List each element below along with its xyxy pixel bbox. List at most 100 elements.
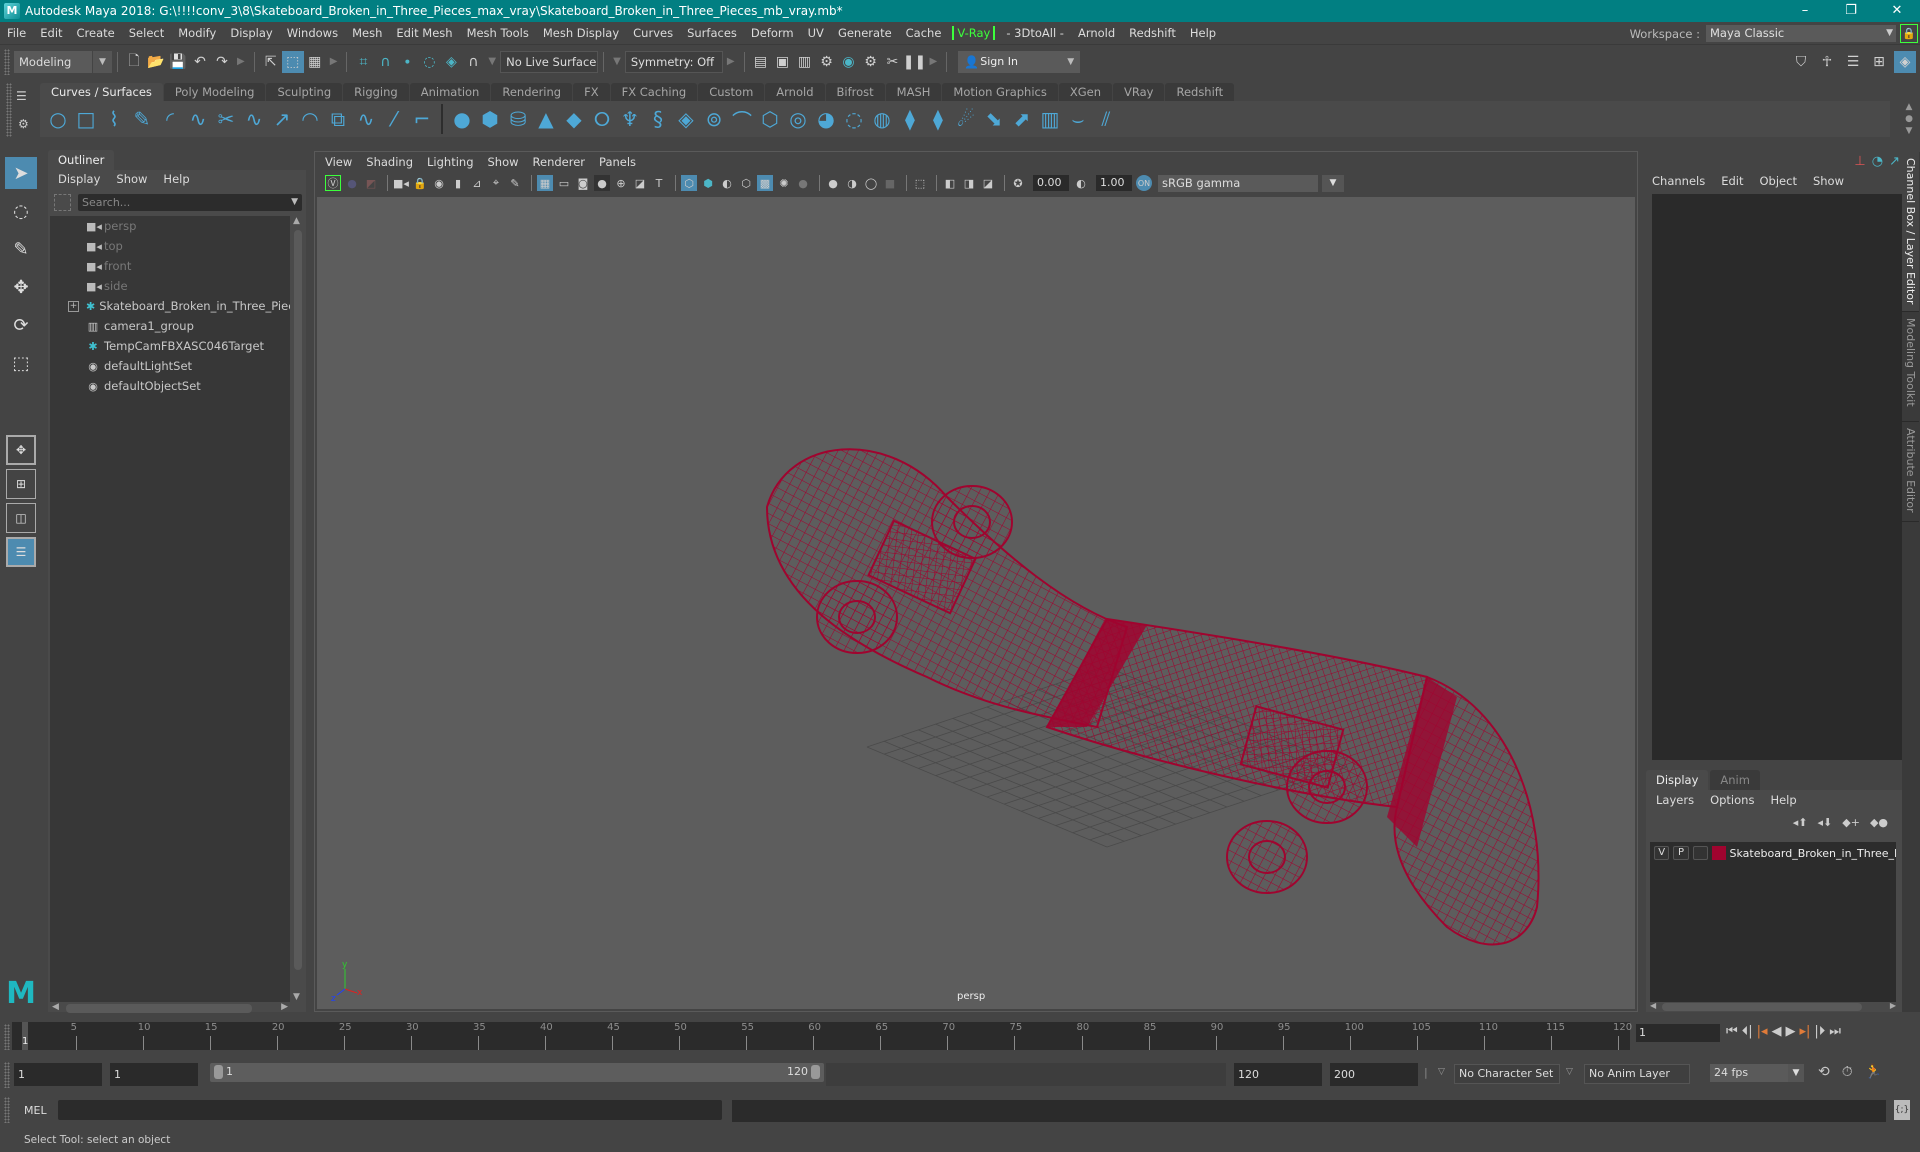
bevel-plus-icon[interactable]: ⬡	[756, 105, 784, 133]
rotate-tool-icon[interactable]: ⟳	[5, 309, 37, 341]
curve-fillet-icon[interactable]: ⌐	[408, 105, 436, 133]
gear-icon[interactable]: ⚙	[18, 117, 29, 131]
outliner-item-default-object-set[interactable]: ◉ defaultObjectSet	[50, 376, 290, 396]
motion-blur-icon[interactable]: ◑	[844, 175, 860, 191]
layer-tab-display[interactable]: Display	[1646, 770, 1709, 790]
outliner-layout-icon[interactable]: ☰	[6, 537, 36, 567]
sign-in-button[interactable]: 👤 Sign In ▼	[958, 50, 1081, 73]
shelf-tab-fx[interactable]: FX	[573, 83, 610, 101]
channels-menu-show[interactable]: Show	[1813, 174, 1844, 188]
paint-select-tool-icon[interactable]: ✎	[5, 233, 37, 265]
outliner-search-input[interactable]: Search... ▼	[78, 194, 302, 211]
manipulator-icon[interactable]: ⊥	[1854, 154, 1865, 169]
color-management-toggle[interactable]: ON	[1136, 175, 1152, 191]
scroll-left-icon[interactable]: ◀	[52, 1002, 59, 1012]
lasso-tool-icon[interactable]: ◌	[5, 195, 37, 227]
insert-isoparm-icon[interactable]: ⬊	[980, 105, 1008, 133]
timeline-track[interactable]: 1 5 10 15 20 25 30 35 40 45 50 55 60 65 70 75 80 85 90 95 1…	[12, 1022, 1632, 1050]
snap-live-icon[interactable]: ◈	[440, 51, 462, 73]
four-view-layout-icon[interactable]: ⊞	[6, 469, 36, 499]
detach-surfaces-icon[interactable]: ⧫	[924, 105, 952, 133]
chevron-down-icon[interactable]: ▽	[1438, 1067, 1445, 1077]
human-ik-icon[interactable]: ☥	[1816, 51, 1838, 73]
range-start-handle[interactable]	[214, 1065, 223, 1079]
outliner-menu-show[interactable]: Show	[116, 172, 147, 186]
birail-icon[interactable]: ⌒	[728, 105, 756, 133]
offset-curve-icon[interactable]: ◠	[296, 105, 324, 133]
step-forward-key-icon[interactable]: |⏵	[1814, 1024, 1825, 1039]
ipr-render-icon[interactable]: ▥	[794, 51, 816, 73]
undo-icon[interactable]: ↶	[189, 51, 211, 73]
bookmark-icon[interactable]: ▮	[450, 175, 466, 191]
shelf-scroll[interactable]: ▲ ● ▼	[1902, 101, 1916, 137]
viewport-menu-show[interactable]: Show	[488, 155, 519, 169]
step-forward-frame-icon[interactable]: ▸|	[1800, 1024, 1811, 1039]
redo-icon[interactable]: ↷	[211, 51, 233, 73]
shelf-tab-curves-surfaces[interactable]: Curves / Surfaces	[40, 83, 163, 101]
drag-handle[interactable]	[6, 83, 12, 137]
go-to-end-icon[interactable]: ⏭	[1829, 1024, 1841, 1039]
scrollbar-thumb[interactable]	[1662, 1003, 1862, 1011]
scroll-down-icon[interactable]: ▼	[293, 992, 300, 1002]
menu-curves[interactable]: Curves	[626, 26, 680, 40]
shelf-tab-motion-graphics[interactable]: Motion Graphics	[942, 83, 1058, 101]
wireframe-on-shaded-icon[interactable]: ⬡	[738, 175, 754, 191]
range-bar[interactable]: 1 120	[210, 1063, 824, 1082]
two-pane-layout-icon[interactable]: ◫	[6, 503, 36, 533]
playback-end-field[interactable]: 120	[1234, 1063, 1322, 1086]
outliner-vertical-scrollbar[interactable]: ▲ ▼	[292, 216, 304, 1002]
outliner-item-top[interactable]: ■◂ top	[50, 236, 290, 256]
channel-box-icon[interactable]: ◈	[1894, 51, 1916, 73]
shelf-tab-vray[interactable]: VRay	[1113, 83, 1165, 101]
vray-viewport-icon[interactable]: Ⓥ	[325, 175, 341, 191]
viewport-menu-view[interactable]: View	[325, 155, 352, 169]
tab-modeling-toolkit[interactable]: Modeling Toolkit	[1902, 312, 1919, 422]
resolution-gate-icon[interactable]: ◙	[575, 175, 591, 191]
rebuild-curve-icon[interactable]: ⧉	[324, 105, 352, 133]
shelf-tab-bifrost[interactable]: Bifrost	[825, 83, 885, 101]
script-editor-icon[interactable]: {;}	[1894, 1100, 1910, 1120]
tab-attribute-editor[interactable]: Attribute Editor	[1902, 422, 1919, 522]
outliner-item-skateboard[interactable]: + ✱Skateboard_Broken_in_Three_Pieces_	[50, 296, 290, 316]
anti-aliasing-icon[interactable]: ◯	[863, 175, 879, 191]
layer-visibility-toggle[interactable]: V	[1654, 846, 1670, 860]
filter-icon[interactable]	[54, 194, 71, 211]
shelf-menu-icon[interactable]: ☰	[16, 89, 27, 103]
collapse-icon[interactable]: ▶	[330, 56, 338, 67]
modeling-toolkit-icon[interactable]: ⛉	[1790, 51, 1812, 73]
menu-vray[interactable]: V-Ray	[952, 26, 996, 40]
open-close-surface-icon[interactable]: ☄	[952, 105, 980, 133]
curve-extend-icon[interactable]: ↗	[268, 105, 296, 133]
shelf-tab-rendering[interactable]: Rendering	[491, 83, 573, 101]
outliner-item-side[interactable]: ■◂ side	[50, 276, 290, 296]
grid-toggle-icon[interactable]: ▦	[537, 175, 553, 191]
chevron-down-icon[interactable]: ▼	[613, 56, 621, 67]
collapse-icon[interactable]: ▶	[727, 56, 735, 67]
drag-handle[interactable]	[4, 1062, 10, 1088]
layer-menu-help[interactable]: Help	[1770, 793, 1796, 807]
menu-create[interactable]: Create	[70, 26, 122, 40]
screen-space-ao-icon[interactable]: ●	[825, 175, 841, 191]
nurbs-plane-icon[interactable]: ◆	[560, 105, 588, 133]
shelf-tab-fx-caching[interactable]: FX Caching	[610, 83, 698, 101]
menu-file[interactable]: File	[0, 26, 33, 40]
menu-redshift[interactable]: Redshift	[1122, 26, 1183, 40]
scrollbar-thumb[interactable]	[66, 1004, 252, 1013]
play-backwards-icon[interactable]: ◀	[1772, 1024, 1782, 1039]
gamma-field[interactable]: 1.00	[1096, 175, 1132, 191]
revolve-icon[interactable]: ♆	[616, 105, 644, 133]
loop-playback-icon[interactable]: ⟲	[1818, 1064, 1830, 1080]
range-end-handle[interactable]	[811, 1065, 820, 1079]
new-scene-icon[interactable]: 🗋	[123, 51, 145, 73]
pencil-curve-icon[interactable]: ✎	[128, 105, 156, 133]
menu-help[interactable]: Help	[1183, 26, 1223, 40]
outliner-item-default-light-set[interactable]: ◉ defaultLightSet	[50, 356, 290, 376]
planar-icon[interactable]: ◈	[672, 105, 700, 133]
shelf-tab-xgen[interactable]: XGen	[1058, 83, 1112, 101]
viewport-menu-lighting[interactable]: Lighting	[427, 155, 473, 169]
menu-cache[interactable]: Cache	[899, 26, 949, 40]
ep-curve-tool-icon[interactable]: ⌇	[100, 105, 128, 133]
live-surface-field[interactable]: No Live Surface	[500, 50, 599, 73]
viewport-menu-renderer[interactable]: Renderer	[533, 155, 586, 169]
shelf-tab-custom[interactable]: Custom	[698, 83, 765, 101]
